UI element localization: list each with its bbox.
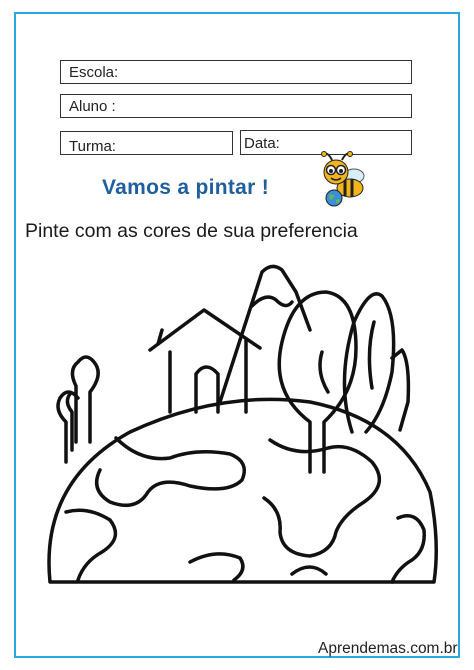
turma-field[interactable]: Turma: [60,131,233,155]
aluno-field[interactable]: Aluno : [60,94,412,118]
escola-label: Escola: [69,64,119,81]
page-title: Vamos a pintar ! [102,176,270,199]
aluno-label: Aluno : [69,98,116,115]
data-label: Data: [244,135,280,152]
instruction-text: Pinte com as cores de sua preferencia [25,220,358,242]
footer-website: Aprendemas.com.br [318,640,458,657]
escola-field[interactable]: Escola: [60,60,412,84]
bee-icon [321,151,365,207]
coloring-drawing [47,264,438,584]
turma-label: Turma: [69,138,116,155]
